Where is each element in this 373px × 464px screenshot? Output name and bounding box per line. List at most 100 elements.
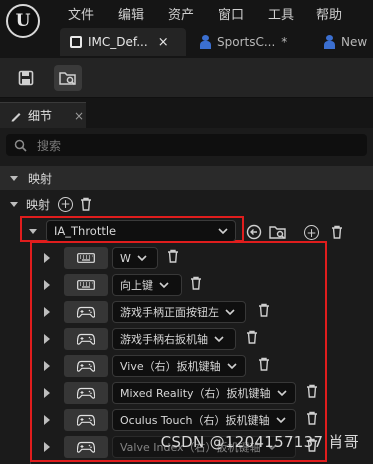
details-icon [11, 112, 21, 121]
key-dropdown[interactable]: Oculus Touch（右）扳机键轴 [112, 409, 296, 431]
details-panel: 搜索 映射 映射 + IA_Throttle + W 向上键 游戏手柄正面按钮左… [0, 128, 373, 464]
tab-sports-car[interactable]: SportsC... * [200, 28, 320, 56]
add-binding-icon[interactable]: + [304, 225, 319, 240]
save-icon [18, 70, 34, 86]
trash-icon[interactable] [258, 357, 270, 371]
keyboard-icon [77, 253, 95, 263]
collapse-arrow-icon[interactable] [10, 201, 18, 207]
expand-arrow-icon[interactable] [44, 415, 50, 425]
key-selector-button[interactable] [64, 301, 108, 323]
chevron-down-icon [227, 363, 237, 370]
expand-arrow-icon[interactable] [44, 442, 50, 452]
key-selector-button[interactable] [64, 409, 108, 431]
menu-bar: U 文件 编辑 资产 窗口 工具 帮助 [0, 0, 373, 38]
key-selector-button[interactable] [64, 274, 108, 296]
gamepad-icon [77, 360, 95, 372]
category-mapping[interactable]: 映射 [0, 166, 373, 190]
key-label: W [120, 251, 131, 265]
tab-imc-default[interactable]: IMC_Def... × [60, 28, 186, 56]
key-label: 游戏手柄正面按钮左 [120, 306, 219, 319]
details-panel-header: 细节 × [0, 102, 373, 128]
expand-arrow-icon[interactable] [44, 388, 50, 398]
mappings-array-row: 映射 + [0, 192, 373, 216]
collapse-arrow-icon[interactable] [29, 229, 37, 234]
trash-icon[interactable] [246, 330, 258, 344]
trash-icon[interactable] [190, 276, 202, 290]
key-selector-button[interactable] [64, 355, 108, 377]
browse-asset-icon[interactable] [269, 224, 287, 240]
key-dropdown[interactable]: 向上键 [112, 274, 182, 296]
menu-edit[interactable]: 编辑 [118, 4, 144, 23]
key-selector-button[interactable] [64, 247, 108, 269]
tab-details[interactable]: 细节 × [0, 102, 86, 128]
document-tabs: IMC_Def... × SportsC... * New [60, 28, 373, 56]
collapse-arrow-icon[interactable] [10, 175, 18, 181]
chevron-down-icon [218, 228, 228, 235]
blueprint-actor-icon [200, 35, 211, 49]
key-selector-button[interactable] [64, 328, 108, 350]
asset-toolbar [0, 58, 373, 98]
menu-assets[interactable]: 资产 [168, 4, 194, 23]
gamepad-icon [77, 387, 95, 399]
binding-row[interactable]: Mixed Reality（右）扳机键轴 [30, 380, 373, 406]
browse-to-asset-button[interactable] [54, 65, 82, 91]
key-selector-button[interactable] [64, 382, 108, 404]
trash-icon[interactable] [306, 384, 318, 398]
binding-row[interactable]: Oculus Touch（右）扳机键轴 [30, 407, 373, 433]
key-selector-button[interactable] [64, 436, 108, 458]
tab-new[interactable]: New [324, 28, 373, 56]
expand-arrow-icon[interactable] [44, 361, 50, 371]
unreal-logo-icon[interactable]: U [6, 4, 40, 38]
search-placeholder: 搜索 [37, 138, 62, 153]
trash-icon[interactable] [80, 197, 92, 211]
key-label: Mixed Reality（右）扳机键轴 [120, 387, 271, 400]
search-input[interactable]: 搜索 [6, 134, 367, 156]
key-dropdown[interactable]: Mixed Reality（右）扳机键轴 [112, 382, 296, 404]
chevron-down-icon [276, 390, 287, 397]
tab-label: New [341, 35, 368, 49]
add-mapping-icon[interactable]: + [58, 196, 74, 212]
input-action-dropdown[interactable]: IA_Throttle [46, 220, 236, 242]
trash-icon[interactable] [258, 303, 270, 317]
menu-tools[interactable]: 工具 [268, 4, 294, 23]
mappings-label: 映射 [26, 197, 51, 212]
trash-icon[interactable] [331, 225, 343, 239]
expand-arrow-icon[interactable] [44, 307, 50, 317]
binding-row[interactable]: W [30, 245, 373, 271]
binding-row[interactable]: 游戏手柄右扳机轴 [30, 326, 373, 352]
input-action-value: IA_Throttle [54, 224, 117, 238]
menu-window[interactable]: 窗口 [218, 4, 244, 23]
binding-row[interactable]: 游戏手柄正面按钮左 [30, 299, 373, 325]
expand-arrow-icon[interactable] [44, 253, 50, 263]
tab-close-icon[interactable]: × [158, 35, 169, 50]
expand-arrow-icon[interactable] [44, 334, 50, 344]
chevron-down-icon [214, 336, 224, 343]
category-label: 映射 [28, 171, 53, 186]
menu-help[interactable]: 帮助 [316, 4, 342, 23]
tab-label: IMC_Def... [88, 35, 148, 49]
expand-arrow-icon[interactable] [44, 280, 50, 290]
input-mapping-asset-icon [70, 36, 82, 48]
trash-icon[interactable] [167, 249, 179, 263]
key-label: 向上键 [120, 279, 153, 292]
gamepad-icon [77, 441, 95, 453]
save-button[interactable] [12, 65, 40, 91]
key-dropdown[interactable]: W [112, 247, 158, 269]
trash-icon[interactable] [306, 411, 318, 425]
gamepad-icon [77, 414, 95, 426]
key-dropdown[interactable]: Vive（右）扳机键轴 [112, 355, 246, 377]
key-label: Vive（右）扳机键轴 [120, 360, 221, 373]
key-label: Oculus Touch（右）扳机键轴 [120, 414, 270, 427]
binding-row[interactable]: 向上键 [30, 272, 373, 298]
chevron-down-icon [159, 282, 169, 289]
menu-file[interactable]: 文件 [68, 4, 94, 23]
chevron-down-icon [137, 255, 147, 262]
watermark-text: CSDN @1204157137 肖哥 [160, 433, 359, 451]
details-close-icon[interactable]: × [74, 109, 84, 123]
chevron-down-icon [275, 417, 286, 424]
details-tab-label: 细节 [28, 109, 53, 123]
key-dropdown[interactable]: 游戏手柄右扳机轴 [112, 328, 236, 350]
binding-row[interactable]: Vive（右）扳机键轴 [30, 353, 373, 379]
key-dropdown[interactable]: 游戏手柄正面按钮左 [112, 301, 246, 323]
use-selected-icon[interactable] [246, 224, 262, 240]
